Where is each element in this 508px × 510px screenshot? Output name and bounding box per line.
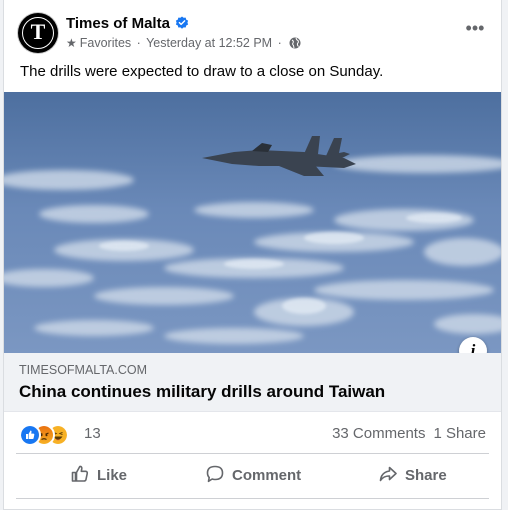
star-icon: ★ (66, 36, 77, 50)
post-meta: ★ Favorites · Yesterday at 12:52 PM · (66, 36, 301, 50)
share-button[interactable]: Share (378, 454, 447, 498)
meta-separator: · (136, 36, 141, 50)
meta-separator-2: · (277, 36, 282, 50)
post-card: T Times of Malta ★ Favorites · Yesterday … (3, 0, 502, 510)
comment-button[interactable]: Comment (205, 454, 301, 498)
comment-label: Comment (232, 467, 302, 484)
reaction-count[interactable]: 13 (84, 425, 101, 442)
verified-badge-icon (175, 16, 189, 29)
link-title[interactable]: China continues military drills around T… (19, 382, 385, 402)
jet-over-clouds-photo (4, 92, 501, 353)
timestamp[interactable]: Yesterday at 12:52 PM (146, 36, 272, 50)
thumbs-up-icon (71, 465, 89, 482)
like-label: Like (97, 467, 128, 484)
action-bar: Like Comment Share (16, 453, 489, 499)
more-options-button[interactable]: ••• (463, 18, 487, 41)
avatar-letter: T (30, 19, 46, 44)
post-caption: The drills were expected to draw to a cl… (20, 63, 384, 80)
globe-icon (289, 37, 301, 49)
like-reaction-icon (19, 424, 41, 446)
shares-count[interactable]: 1 Share (433, 425, 486, 442)
reaction-icons[interactable] (19, 424, 77, 446)
page-name[interactable]: Times of Malta (66, 15, 189, 32)
link-preview[interactable]: TIMESOFMALTA.COM China continues militar… (4, 353, 501, 412)
post-stats: 13 33 Comments 1 Share (4, 411, 501, 453)
audience-label[interactable]: Favorites (80, 36, 131, 50)
link-domain: TIMESOFMALTA.COM (19, 363, 148, 377)
share-icon (379, 466, 397, 482)
comments-count[interactable]: 33 Comments (332, 425, 425, 442)
page-name-text[interactable]: Times of Malta (66, 15, 170, 32)
more-icon: ••• (465, 18, 485, 38)
share-label: Share (405, 467, 447, 484)
post-header: T Times of Malta ★ Favorites · Yesterday … (18, 13, 501, 53)
comments-shares: 33 Comments 1 Share (332, 425, 486, 442)
comment-icon (206, 465, 224, 483)
post-image[interactable] (4, 92, 501, 353)
page-avatar[interactable]: T (18, 13, 58, 53)
like-button[interactable]: Like (70, 454, 127, 498)
